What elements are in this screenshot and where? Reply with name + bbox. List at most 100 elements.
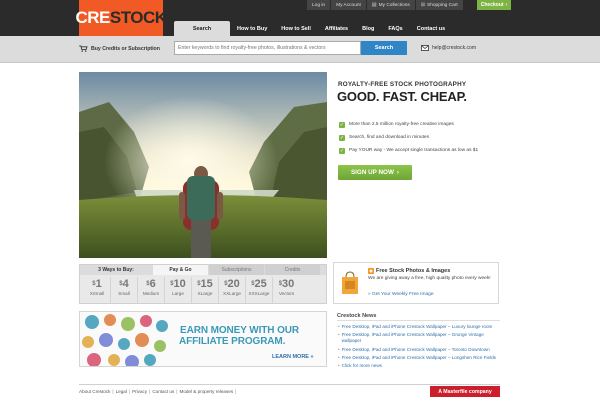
- login-link[interactable]: Log in: [307, 0, 331, 10]
- footer-contact-link[interactable]: Contact us: [152, 389, 174, 394]
- price-amount: $30: [279, 277, 295, 291]
- user-nav: Log in My Account ▤ My Collections ⊞ Shopp…: [306, 0, 463, 10]
- price-option[interactable]: $15 XLarge: [192, 277, 219, 303]
- price-option[interactable]: $4 Small: [111, 277, 138, 303]
- price-size: XLarge: [197, 291, 213, 296]
- benefit-item: ✓ More than 2.5 million royalty-free crea…: [339, 118, 478, 131]
- logo-text-part2: STOCK: [109, 8, 167, 27]
- shopping-cart-link[interactable]: ⊞ Shopping Cart: [415, 0, 463, 10]
- price-amount: $20: [224, 277, 240, 291]
- price-option[interactable]: $6 Medium: [138, 277, 165, 303]
- nav-affiliates[interactable]: Affiliates: [318, 22, 355, 36]
- news-item-text: Free Desktop, iPad and iPhone Crestock W…: [341, 332, 484, 344]
- benefit-item: ✓ Pay YOUR way - We accept single transac…: [339, 144, 478, 157]
- folder-icon: ▤: [371, 2, 377, 8]
- shopping-cart-icon: [79, 45, 88, 52]
- nav-search[interactable]: Search: [174, 21, 230, 36]
- price-value: 10: [173, 278, 186, 290]
- separator: |: [176, 389, 178, 394]
- price-value: 1: [95, 278, 102, 290]
- price-option[interactable]: $20 XXLarge: [219, 277, 246, 303]
- more-news-link[interactable]: • Click for more news: [338, 363, 500, 369]
- price-option[interactable]: $10 Large: [165, 277, 192, 303]
- price-amount: $10: [170, 277, 186, 291]
- crestock-logo[interactable]: CRE STOCK: [75, 0, 167, 36]
- bullet-icon: •: [338, 346, 340, 352]
- news-list: • Free Desktop, iPad and iPhone Crestock …: [338, 324, 500, 371]
- main-nav: Search How to Buy How to Sell Affiliates…: [174, 21, 452, 36]
- my-account-label: My Account: [336, 2, 361, 8]
- hero-illustration: [79, 72, 327, 258]
- pricing-tabs: 3 Ways to Buy: Pay & Go Subscriptions Cr…: [80, 265, 326, 275]
- benefit-item: ✓ Search, find and download in minutes: [339, 131, 478, 144]
- tab-subscriptions[interactable]: Subscriptions: [209, 265, 264, 275]
- benefit-text: More than 2.5 million royalty-free creat…: [349, 122, 454, 127]
- hero-image-hiker: [79, 72, 327, 258]
- benefits-list: ✓ More than 2.5 million royalty-free crea…: [339, 118, 478, 157]
- my-collections-link[interactable]: ▤ My Collections: [366, 0, 415, 10]
- buy-credits-link[interactable]: Buy Credits or Subscription: [79, 45, 160, 52]
- search-strip: Buy Credits or Subscription Search help@…: [0, 36, 600, 63]
- bullet-icon: •: [338, 354, 340, 360]
- news-item[interactable]: • Free Desktop, iPad and iPhone Crestock …: [338, 324, 500, 330]
- my-account-link[interactable]: My Account: [331, 0, 366, 10]
- my-collections-label: My Collections: [378, 2, 410, 8]
- price-option[interactable]: $30 Vectors: [273, 277, 300, 303]
- bullet-icon: •: [338, 363, 340, 369]
- price-amount: $4: [119, 277, 128, 291]
- search-button[interactable]: Search: [361, 41, 407, 55]
- shopping-cart-label: Shopping Cart: [427, 2, 458, 8]
- affiliate-line1: EARN MONEY WITH OUR: [180, 325, 300, 336]
- news-title: Crestock News: [337, 313, 377, 319]
- price-amount: $25: [251, 277, 267, 291]
- sign-up-now-button[interactable]: SIGN UP NOW ›: [338, 165, 412, 180]
- footer-links: About Crestock | Legal | Privacy | Contact …: [79, 389, 238, 394]
- footer-about-link[interactable]: About Crestock: [79, 389, 110, 394]
- login-label: Log in: [312, 2, 326, 8]
- nav-how-to-sell[interactable]: How to Sell: [274, 22, 318, 36]
- footer-privacy-link[interactable]: Privacy: [132, 389, 147, 394]
- checkout-label: Checkout: [480, 2, 504, 8]
- free-photos-title-text: Free Stock Photos & Images: [376, 268, 451, 274]
- pricing-title: 3 Ways to Buy:: [98, 267, 134, 273]
- price-value: 4: [122, 278, 129, 290]
- price-size: Vectors: [278, 291, 295, 296]
- masterfile-badge[interactable]: A Masterfile company: [430, 386, 500, 397]
- news-item-text: Free Desktop, iPad and iPhone Crestock W…: [341, 354, 496, 360]
- logo-text-part1: CRE: [75, 8, 110, 27]
- more-news-text: Click for more news: [341, 363, 382, 369]
- search-input[interactable]: [174, 41, 361, 55]
- price-size: XSmall: [89, 291, 105, 296]
- tab-pay-and-go[interactable]: Pay & Go: [153, 265, 208, 275]
- price-option[interactable]: $25 XXXLarge: [246, 277, 273, 303]
- hero-headline: GOOD. FAST. CHEAP.: [337, 89, 467, 104]
- news-item[interactable]: • Free Desktop, iPad and iPhone Crestock …: [338, 332, 500, 344]
- envelope-icon: [421, 45, 429, 51]
- arrow-right-icon: ›: [396, 169, 400, 176]
- price-value: 6: [149, 278, 156, 290]
- buy-credits-label: Buy Credits or Subscription: [91, 45, 160, 52]
- news-item[interactable]: • Free Desktop, iPad and iPhone Crestock …: [338, 347, 500, 353]
- separator: |: [149, 389, 151, 394]
- learn-more-link[interactable]: LEARN MORE »: [272, 354, 314, 360]
- separator: |: [112, 389, 114, 394]
- weekly-free-image-link[interactable]: » Get Your Weekly Free Image: [368, 292, 434, 297]
- nav-how-to-buy[interactable]: How to Buy: [230, 22, 274, 36]
- price-amount: $6: [146, 277, 155, 291]
- checkmark-icon: ✓: [339, 134, 345, 141]
- pricing-panel: 3 Ways to Buy: Pay & Go Subscriptions Cr…: [79, 264, 327, 304]
- tab-credits[interactable]: Credits: [265, 265, 320, 275]
- price-option[interactable]: $1 XSmall: [84, 277, 111, 303]
- nav-faqs[interactable]: FAQs: [381, 22, 409, 36]
- help-email-link[interactable]: help@crestock.com: [421, 45, 476, 51]
- nav-blog[interactable]: Blog: [355, 22, 381, 36]
- footer-legal-link[interactable]: Legal: [116, 389, 127, 394]
- affiliate-banner[interactable]: EARN MONEY WITH OUR AFFILIATE PROGRAM. L…: [79, 311, 327, 367]
- footer-releases-link[interactable]: Model & property releases: [180, 389, 234, 394]
- price-size: XXXLarge: [248, 291, 270, 296]
- price-value: 25: [254, 278, 267, 290]
- nav-contact-us[interactable]: Contact us: [410, 22, 452, 36]
- news-item[interactable]: • Free Desktop, iPad and iPhone Crestock …: [338, 355, 500, 361]
- rss-icon: ◉: [368, 268, 374, 274]
- checkout-button[interactable]: Checkout ›: [477, 0, 511, 10]
